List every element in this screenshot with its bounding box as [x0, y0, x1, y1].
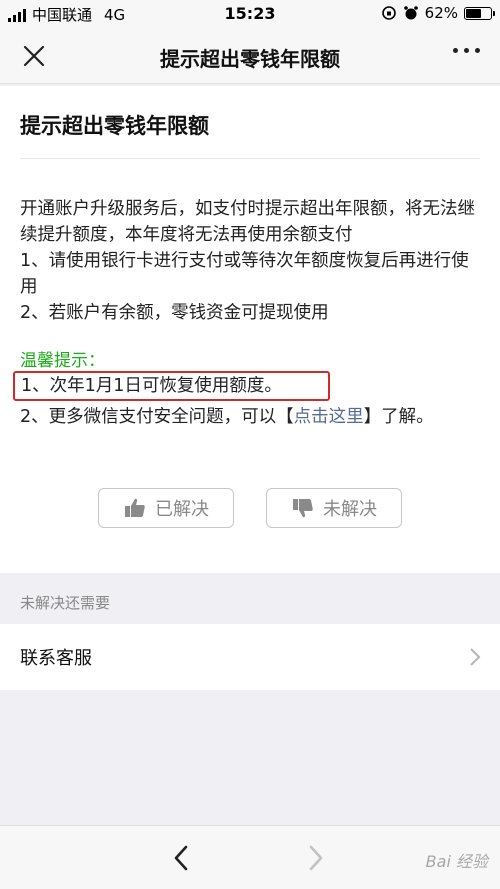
battery-fill: [466, 8, 481, 18]
more-icon: [453, 48, 458, 53]
paragraph-step-2: 2、若账户有余额，零钱资金可提现使用: [20, 303, 329, 323]
tip-1-highlighted: 1、次年1月1日可恢复使用额度。: [13, 371, 330, 401]
tip-2: 2、更多微信支付安全问题，可以【点击这里】了解。: [20, 404, 482, 430]
divider: [20, 158, 480, 159]
chevron-left-icon: [174, 845, 188, 871]
nav-title: 提示超出零钱年限额: [160, 47, 340, 71]
tip-title: 温馨提示：: [20, 351, 105, 371]
contact-support-row[interactable]: 联系客服: [0, 624, 500, 690]
tip-2-prefix: 2、更多微信支付安全问题，可以【: [20, 407, 294, 427]
paragraph-intro: 开通账户升级服务后，如支付时提示超出年限额，将无法继续提升额度，本年度将无法再使…: [20, 199, 475, 245]
article-title: 提示超出零钱年限额: [20, 114, 209, 138]
alarm-icon: [403, 6, 418, 20]
bottom-toolbar: Bai 经验: [0, 825, 500, 889]
battery-percent: 62%: [424, 4, 458, 22]
contact-support-label: 联系客服: [20, 648, 92, 669]
back-button[interactable]: [170, 844, 192, 876]
unresolved-button[interactable]: 未解决: [266, 488, 402, 528]
nav-bar: 提示超出零钱年限额: [0, 28, 500, 84]
article-card: 提示超出零钱年限额 开通账户升级服务后，如支付时提示超出年限额，将无法继续提升额…: [0, 86, 500, 573]
battery-icon: [464, 6, 495, 20]
tip-2-suffix: 】了解。: [363, 407, 434, 427]
paragraph-step-1: 1、请使用银行卡进行支付或等待次年额度恢复后再进行使用: [20, 251, 469, 297]
unresolved-label: 未解决: [323, 499, 377, 520]
click-here-link[interactable]: 点击这里: [294, 407, 364, 427]
thumbs-down-icon: [293, 499, 313, 518]
watermark: Bai 经验: [425, 852, 488, 871]
chevron-right-icon: [470, 648, 481, 666]
more-button[interactable]: [453, 48, 480, 53]
status-bar: 中国联通 4G 15:23 62%: [0, 0, 500, 28]
lock-rotation-icon: [381, 6, 396, 20]
resolved-button[interactable]: 已解决: [98, 488, 234, 528]
article-body: 开通账户升级服务后，如支付时提示超出年限额，将无法继续提升额度，本年度将无法再使…: [20, 196, 480, 326]
forward-button[interactable]: [305, 844, 327, 876]
section-header: 未解决还需要: [20, 594, 111, 612]
resolved-label: 已解决: [155, 499, 209, 520]
chevron-right-icon: [309, 845, 323, 871]
status-right: 62%: [381, 4, 495, 22]
thumbs-up-icon: [125, 498, 145, 517]
